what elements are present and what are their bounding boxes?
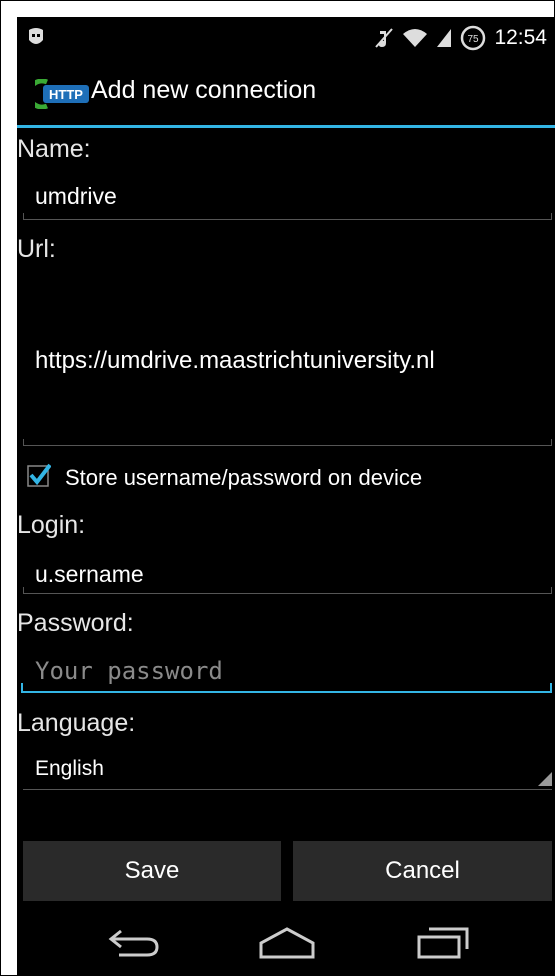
password-field-cap-right xyxy=(550,683,552,693)
url-field-cap-left xyxy=(23,439,24,446)
password-field-cap-left xyxy=(21,683,23,693)
name-label: Name: xyxy=(17,135,91,163)
name-field[interactable]: umdrive xyxy=(23,173,552,221)
url-field[interactable]: https://umdrive.maastrichtuniversity.nl xyxy=(23,275,552,445)
name-field-value: umdrive xyxy=(35,183,117,209)
language-spinner-underline xyxy=(23,789,552,790)
login-field-underline xyxy=(23,593,552,594)
app-logo-icon: HTTP xyxy=(35,79,89,109)
name-field-underline xyxy=(23,219,552,220)
cancel-button[interactable]: Cancel xyxy=(293,841,552,901)
language-label: Language: xyxy=(17,709,136,737)
home-icon[interactable] xyxy=(257,925,317,961)
clock: 12:54 xyxy=(494,26,547,49)
mute-icon xyxy=(375,28,394,48)
navigation-bar xyxy=(17,913,555,975)
action-bar-divider xyxy=(17,125,555,128)
url-label: Url: xyxy=(17,235,56,263)
action-bar: HTTP Add new connection xyxy=(17,59,555,125)
battery-level-text: 75 xyxy=(468,34,480,45)
page-title: Add new connection xyxy=(91,76,317,104)
password-field[interactable]: Your password xyxy=(23,647,552,693)
login-field-cap-left xyxy=(23,587,24,594)
password-label: Password: xyxy=(17,609,134,637)
debug-icon xyxy=(29,28,43,44)
name-field-cap-left xyxy=(23,213,24,220)
password-field-underline xyxy=(21,691,552,693)
login-field-value: u.sername xyxy=(35,561,144,587)
name-field-cap-right xyxy=(551,213,552,220)
url-field-underline xyxy=(23,445,552,446)
url-field-value: https://umdrive.maastrichtuniversity.nl xyxy=(35,347,435,374)
status-bar: 75 12:54 xyxy=(17,17,555,59)
signal-icon xyxy=(437,29,452,47)
wifi-icon xyxy=(403,29,428,47)
login-label: Login: xyxy=(17,511,86,539)
back-icon[interactable] xyxy=(107,925,161,961)
spinner-arrow-icon xyxy=(538,772,552,786)
save-button[interactable]: Save xyxy=(23,841,281,901)
recents-icon[interactable] xyxy=(415,925,471,961)
phone-screen: 75 12:54 HTTP Add new connection Name: u… xyxy=(17,17,555,975)
device-frame: 75 12:54 HTTP Add new connection Name: u… xyxy=(0,0,555,976)
store-credentials-checkbox[interactable] xyxy=(27,463,51,487)
url-field-cap-right xyxy=(551,439,552,446)
status-icons: 75 12:54 xyxy=(374,23,547,53)
battery-icon: 75 xyxy=(461,25,486,51)
app-logo-text: HTTP xyxy=(49,87,83,102)
login-field[interactable]: u.sername xyxy=(23,549,552,595)
login-field-cap-right xyxy=(551,587,552,594)
password-placeholder: Your password xyxy=(35,657,223,685)
language-spinner-value: English xyxy=(35,757,104,780)
store-credentials-label[interactable]: Store username/password on device xyxy=(65,465,422,491)
